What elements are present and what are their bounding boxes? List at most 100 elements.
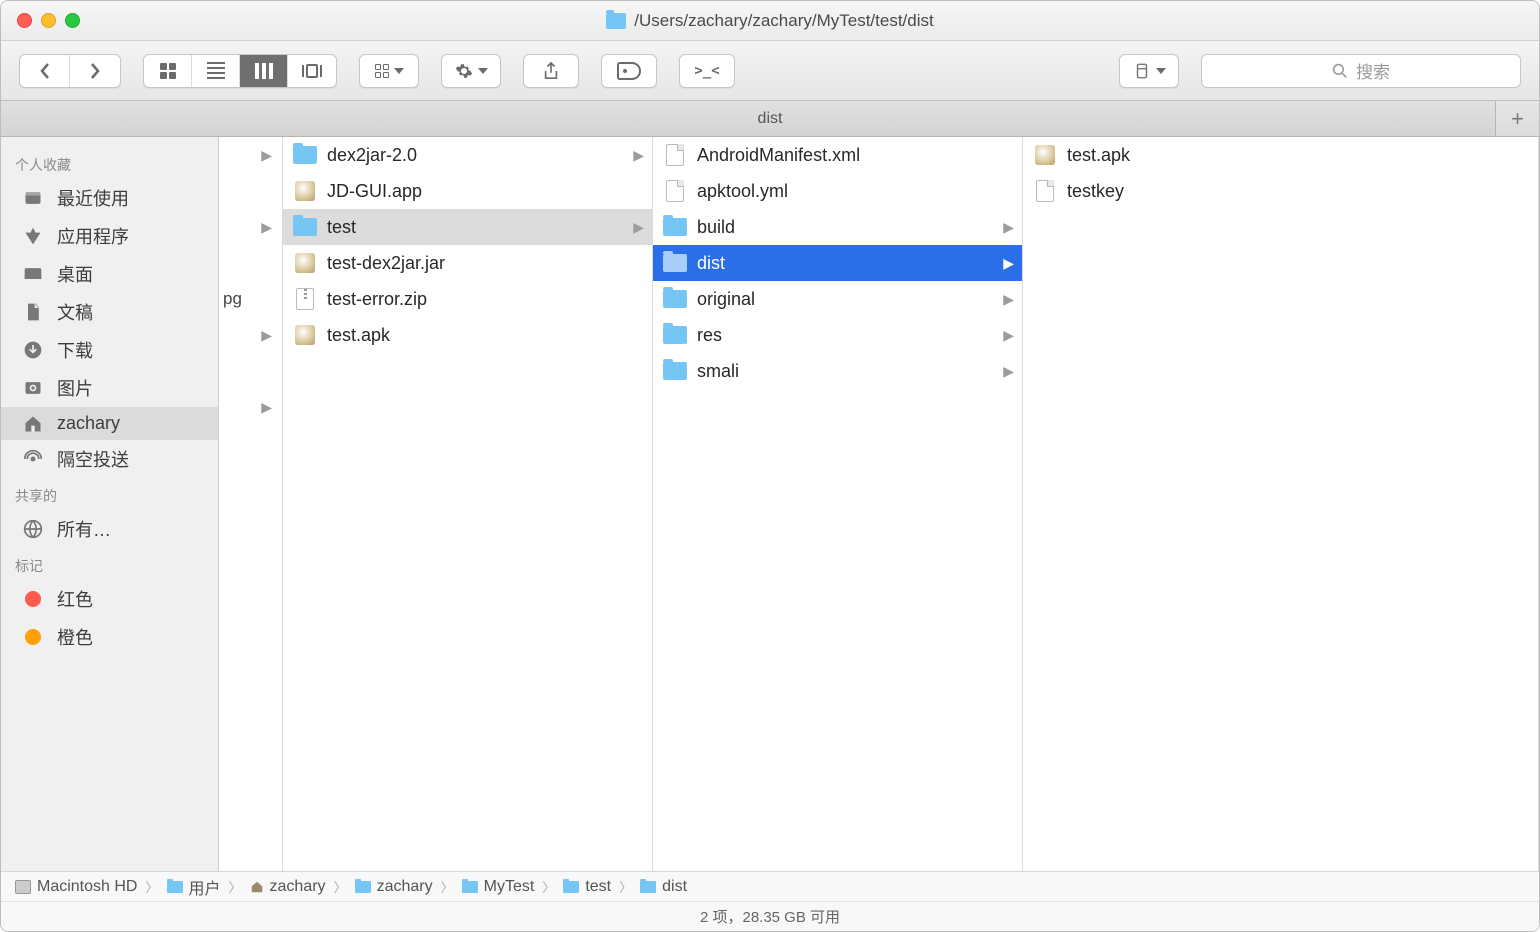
sidebar-item-文稿[interactable]: 文稿 <box>1 293 218 331</box>
folder-icon <box>462 881 478 893</box>
sidebar-item-隔空投送[interactable]: 隔空投送 <box>1 440 218 478</box>
path-item[interactable]: zachary <box>355 878 433 896</box>
window-path: /Users/zachary/zachary/MyTest/test/dist <box>634 11 933 31</box>
globe-icon <box>21 519 45 539</box>
folder-icon <box>663 359 687 383</box>
dropbox-button[interactable] <box>1119 54 1179 88</box>
sidebar-item-所有…[interactable]: 所有… <box>1 510 218 548</box>
file-row[interactable]: build▶ <box>653 209 1022 245</box>
chevron-right-icon: ▶ <box>261 399 272 416</box>
column-0-item[interactable]: ▶ <box>219 317 282 353</box>
path-item[interactable]: 用户 <box>167 875 221 899</box>
sidebar-item-图片[interactable]: 图片 <box>1 369 218 407</box>
back-button[interactable] <box>20 55 70 87</box>
jar-icon <box>293 251 317 275</box>
tags-button[interactable] <box>601 54 657 88</box>
folder-icon <box>606 13 626 29</box>
file-row[interactable]: smali ▶ <box>653 353 1022 389</box>
column-0-item[interactable]: ▶ <box>219 389 282 425</box>
folder-icon <box>167 881 183 893</box>
sidebar-item-label: 橙色 <box>57 624 93 650</box>
path-item[interactable]: MyTest <box>462 878 535 896</box>
file-row[interactable]: test.apk <box>283 317 652 353</box>
file-row[interactable]: AndroidManifest.xml <box>653 137 1022 173</box>
chevron-right-icon: ▶ <box>633 219 644 236</box>
column-3[interactable]: test.apk testkey <box>1023 137 1539 871</box>
column-0-item[interactable]: pg <box>219 281 282 317</box>
sidebar-item-下载[interactable]: 下载 <box>1 331 218 369</box>
sidebar-item-label: 隔空投送 <box>57 446 129 472</box>
body: 个人收藏 最近使用应用程序桌面文稿下载图片zachary隔空投送 共享的 所有…… <box>1 137 1539 871</box>
file-row[interactable]: original▶ <box>653 281 1022 317</box>
new-tab-button[interactable]: + <box>1495 101 1539 136</box>
sidebar[interactable]: 个人收藏 最近使用应用程序桌面文稿下载图片zachary隔空投送 共享的 所有…… <box>1 137 219 871</box>
column-0-item[interactable]: ▶ <box>219 137 282 173</box>
file-name: testkey <box>1067 181 1124 202</box>
list-view-button[interactable] <box>192 55 240 87</box>
desktop-icon <box>21 264 45 284</box>
icon-view-button[interactable] <box>144 55 192 87</box>
doc-icon <box>663 179 687 203</box>
docs-icon <box>21 302 45 322</box>
doc-icon <box>1033 179 1057 203</box>
chevron-right-icon: ▶ <box>1003 363 1014 380</box>
arrange-button[interactable] <box>359 54 419 88</box>
zoom-button[interactable] <box>65 13 80 28</box>
file-row[interactable]: JD-GUI.app <box>283 173 652 209</box>
sidebar-heading-favorites: 个人收藏 <box>1 147 218 179</box>
file-name: JD-GUI.app <box>327 181 422 202</box>
sidebar-item-桌面[interactable]: 桌面 <box>1 255 218 293</box>
path-label: Macintosh HD <box>37 878 137 896</box>
tab-title[interactable]: dist <box>758 110 783 128</box>
path-item[interactable]: zachary <box>250 878 326 896</box>
gallery-view-button[interactable] <box>288 55 336 87</box>
search-icon <box>1332 63 1348 79</box>
tag-color-icon <box>21 589 45 609</box>
sidebar-item-zachary[interactable]: zachary <box>1 407 218 440</box>
chevron-right-icon: ▶ <box>261 147 272 164</box>
file-row[interactable]: test.apk <box>1023 137 1538 173</box>
sidebar-item-红色[interactable]: 红色 <box>1 580 218 618</box>
file-row[interactable]: test-error.zip <box>283 281 652 317</box>
sidebar-item-最近使用[interactable]: 最近使用 <box>1 179 218 217</box>
path-item[interactable]: Macintosh HD <box>15 878 137 896</box>
column-0-item[interactable]: ▶ <box>219 209 282 245</box>
column-view-button[interactable] <box>240 55 288 87</box>
search-field[interactable]: 搜索 <box>1201 54 1521 88</box>
file-row[interactable]: res▶ <box>653 317 1022 353</box>
path-separator-icon: 〉 <box>542 877 555 896</box>
file-name: smali <box>697 361 739 382</box>
column-2[interactable]: AndroidManifest.xmlapktool.ymlbuild▶dist… <box>653 137 1023 871</box>
titlebar[interactable]: /Users/zachary/zachary/MyTest/test/dist <box>1 1 1539 41</box>
folder-icon <box>663 287 687 311</box>
path-item[interactable]: dist <box>640 878 687 896</box>
action-button[interactable] <box>441 54 501 88</box>
file-row[interactable]: testkey <box>1023 173 1538 209</box>
column-1[interactable]: dex2jar-2.0▶ JD-GUI.app test▶test-dex2jar.… <box>283 137 653 871</box>
file-row[interactable]: dex2jar-2.0▶ <box>283 137 652 173</box>
share-button[interactable] <box>523 54 579 88</box>
path-separator-icon: 〉 <box>229 877 242 896</box>
file-row[interactable]: dist▶ <box>653 245 1022 281</box>
file-row[interactable]: apktool.yml <box>653 173 1022 209</box>
column-0-item[interactable] <box>219 245 282 281</box>
sidebar-item-应用程序[interactable]: 应用程序 <box>1 217 218 255</box>
file-row[interactable]: test▶ <box>283 209 652 245</box>
column-0-item[interactable] <box>219 173 282 209</box>
path-item[interactable]: test <box>563 878 611 896</box>
zip-icon <box>293 287 317 311</box>
path-bar[interactable]: Macintosh HD〉用户〉zachary〉zachary〉MyTest〉t… <box>1 871 1539 901</box>
pictures-icon <box>21 378 45 398</box>
sidebar-item-橙色[interactable]: 橙色 <box>1 618 218 656</box>
window-title: /Users/zachary/zachary/MyTest/test/dist <box>606 11 933 31</box>
column-0[interactable]: ▶▶pg▶▶ <box>219 137 283 871</box>
folder-icon <box>663 323 687 347</box>
path-label: zachary <box>270 878 326 896</box>
close-button[interactable] <box>17 13 32 28</box>
file-row[interactable]: test-dex2jar.jar <box>283 245 652 281</box>
column-0-item[interactable] <box>219 353 282 389</box>
terminal-button[interactable]: >_< <box>679 54 735 88</box>
sidebar-item-label: 下载 <box>57 337 93 363</box>
minimize-button[interactable] <box>41 13 56 28</box>
forward-button[interactable] <box>70 55 120 87</box>
